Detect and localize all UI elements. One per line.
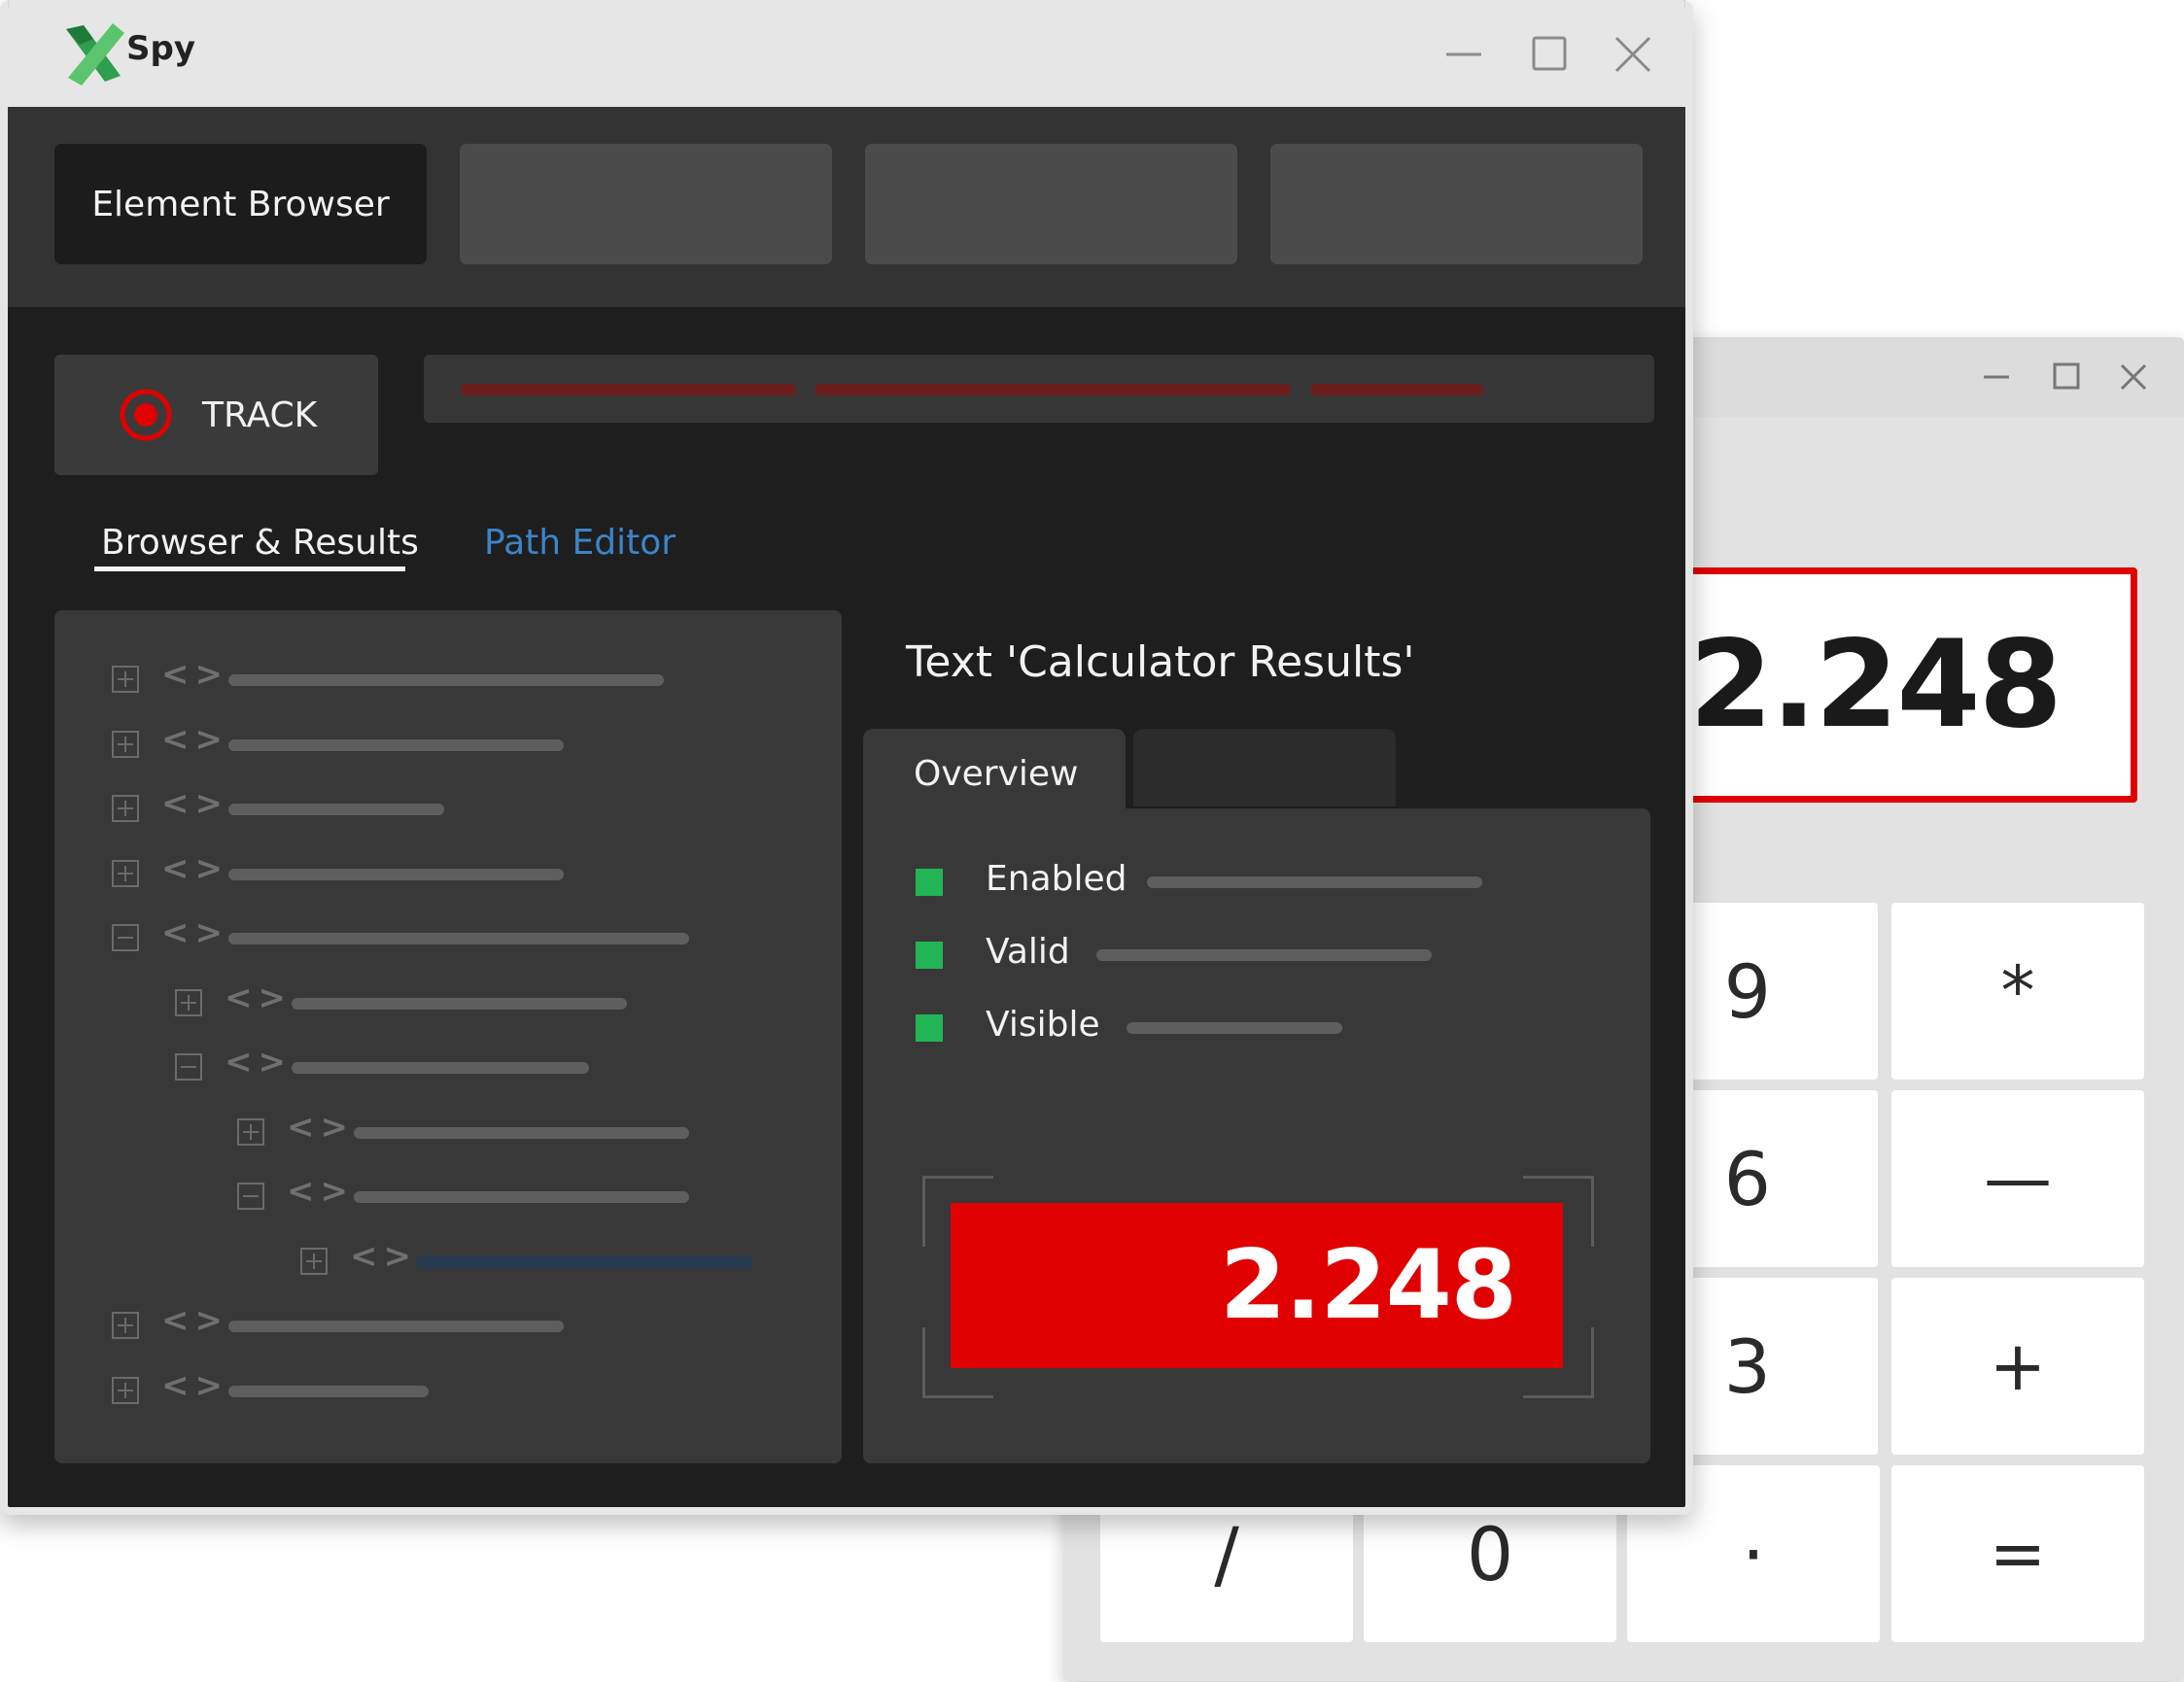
element-browser-button[interactable]: Element Browser xyxy=(54,144,427,264)
record-target-icon xyxy=(119,388,173,442)
close-icon[interactable] xyxy=(1608,29,1658,80)
tree-row[interactable]: <> xyxy=(54,655,842,698)
collapse-minus-icon[interactable] xyxy=(175,1053,202,1081)
property-value xyxy=(1147,876,1482,888)
toolbar-button-4[interactable] xyxy=(1270,144,1643,264)
expand-plus-icon[interactable] xyxy=(112,860,139,887)
calculator-display-value: 2.248 xyxy=(1688,615,2063,755)
tab-overview[interactable]: Overview xyxy=(863,729,1126,821)
tree-node-label xyxy=(354,1127,689,1139)
expand-plus-icon[interactable] xyxy=(112,1312,139,1339)
maximize-icon[interactable] xyxy=(2044,355,2089,399)
path-segment xyxy=(1310,384,1483,395)
code-tag-icon: <> xyxy=(161,784,228,823)
toolbar-button-3[interactable] xyxy=(865,144,1237,264)
tree-node-label xyxy=(228,1386,429,1397)
visible-status-indicator xyxy=(916,1014,943,1042)
app-title: Spy xyxy=(126,29,195,68)
tree-node-label xyxy=(228,804,444,815)
code-tag-icon: <> xyxy=(350,1237,417,1276)
path-segment xyxy=(815,384,1291,395)
valid-status-indicator xyxy=(916,942,943,969)
tree-row[interactable]: <> xyxy=(54,913,842,956)
key-subtract[interactable]: — xyxy=(1891,1090,2144,1267)
tree-row[interactable]: <> xyxy=(54,978,842,1021)
tree-row[interactable]: <> xyxy=(54,1043,842,1085)
main-toolbar: Element Browser xyxy=(8,107,1685,307)
property-valid: Valid xyxy=(986,932,1070,972)
property-value xyxy=(1127,1022,1342,1034)
track-button[interactable]: TRACK xyxy=(54,355,378,475)
tree-row[interactable]: <> xyxy=(54,1172,842,1215)
tree-row-selected[interactable]: <> xyxy=(54,1237,842,1280)
code-tag-icon: <> xyxy=(161,849,228,888)
tree-node-label xyxy=(292,998,627,1010)
toolbar-button-2[interactable] xyxy=(460,144,832,264)
collapse-minus-icon[interactable] xyxy=(237,1183,264,1210)
tree-node-label xyxy=(228,739,564,751)
tab-overview-label: Overview xyxy=(914,754,1079,794)
tree-node-label xyxy=(228,933,689,944)
expand-plus-icon[interactable] xyxy=(112,666,139,693)
collapse-minus-icon[interactable] xyxy=(112,924,139,951)
expand-plus-icon[interactable] xyxy=(175,989,202,1016)
active-tab-underline xyxy=(94,566,405,571)
spy-logo-icon xyxy=(54,16,132,93)
tree-node-label xyxy=(417,1256,752,1268)
tree-node-label xyxy=(292,1062,589,1074)
expand-plus-icon[interactable] xyxy=(112,731,139,758)
tree-node-label xyxy=(228,1321,564,1332)
path-segment xyxy=(461,384,796,395)
tree-row[interactable]: <> xyxy=(54,1301,842,1344)
code-tag-icon: <> xyxy=(287,1108,354,1147)
tree-node-label xyxy=(228,869,564,880)
key-add[interactable]: + xyxy=(1891,1278,2144,1455)
expand-plus-icon[interactable] xyxy=(300,1248,328,1275)
tree-row[interactable]: <> xyxy=(54,784,842,827)
expand-plus-icon[interactable] xyxy=(112,795,139,822)
tree-row[interactable]: <> xyxy=(54,720,842,763)
tree-node-label xyxy=(354,1191,689,1203)
key-multiply[interactable]: * xyxy=(1891,903,2144,1080)
enabled-status-indicator xyxy=(916,869,943,896)
code-tag-icon: <> xyxy=(161,720,228,759)
element-title: Text 'Calculator Results' xyxy=(906,637,1415,687)
code-tag-icon: <> xyxy=(161,655,228,694)
maximize-icon[interactable] xyxy=(1524,29,1575,80)
property-enabled: Enabled xyxy=(986,859,1127,899)
tab-secondary[interactable] xyxy=(1133,729,1396,807)
tree-node-label xyxy=(228,674,664,686)
track-label: TRACK xyxy=(202,395,318,435)
close-icon[interactable] xyxy=(2111,355,2156,399)
code-tag-icon: <> xyxy=(161,913,228,952)
spy-window: Spy Element Browser TRACK Browser & Resu… xyxy=(0,0,1693,1515)
code-tag-icon: <> xyxy=(287,1172,354,1211)
property-visible: Visible xyxy=(986,1005,1100,1045)
code-tag-icon: <> xyxy=(161,1366,228,1405)
code-tag-icon: <> xyxy=(225,978,292,1017)
tree-row[interactable]: <> xyxy=(54,1108,842,1150)
expand-plus-icon[interactable] xyxy=(112,1377,139,1404)
expand-plus-icon[interactable] xyxy=(237,1118,264,1146)
tab-browser-results[interactable]: Browser & Results xyxy=(101,523,419,563)
code-tag-icon: <> xyxy=(225,1043,292,1081)
tree-row[interactable]: <> xyxy=(54,1366,842,1409)
minimize-icon[interactable] xyxy=(1439,29,1489,80)
key-equals[interactable]: = xyxy=(1891,1465,2144,1642)
path-bar xyxy=(424,355,1654,423)
captured-result-value: 2.248 xyxy=(951,1203,1563,1368)
minimize-icon[interactable] xyxy=(1974,355,2019,399)
element-tree: <> <> <> <> <> <> <> <> <> <> <> <> xyxy=(54,610,842,1463)
property-value xyxy=(1096,949,1432,961)
tab-path-editor[interactable]: Path Editor xyxy=(484,523,676,563)
tree-row[interactable]: <> xyxy=(54,849,842,892)
code-tag-icon: <> xyxy=(161,1301,228,1340)
